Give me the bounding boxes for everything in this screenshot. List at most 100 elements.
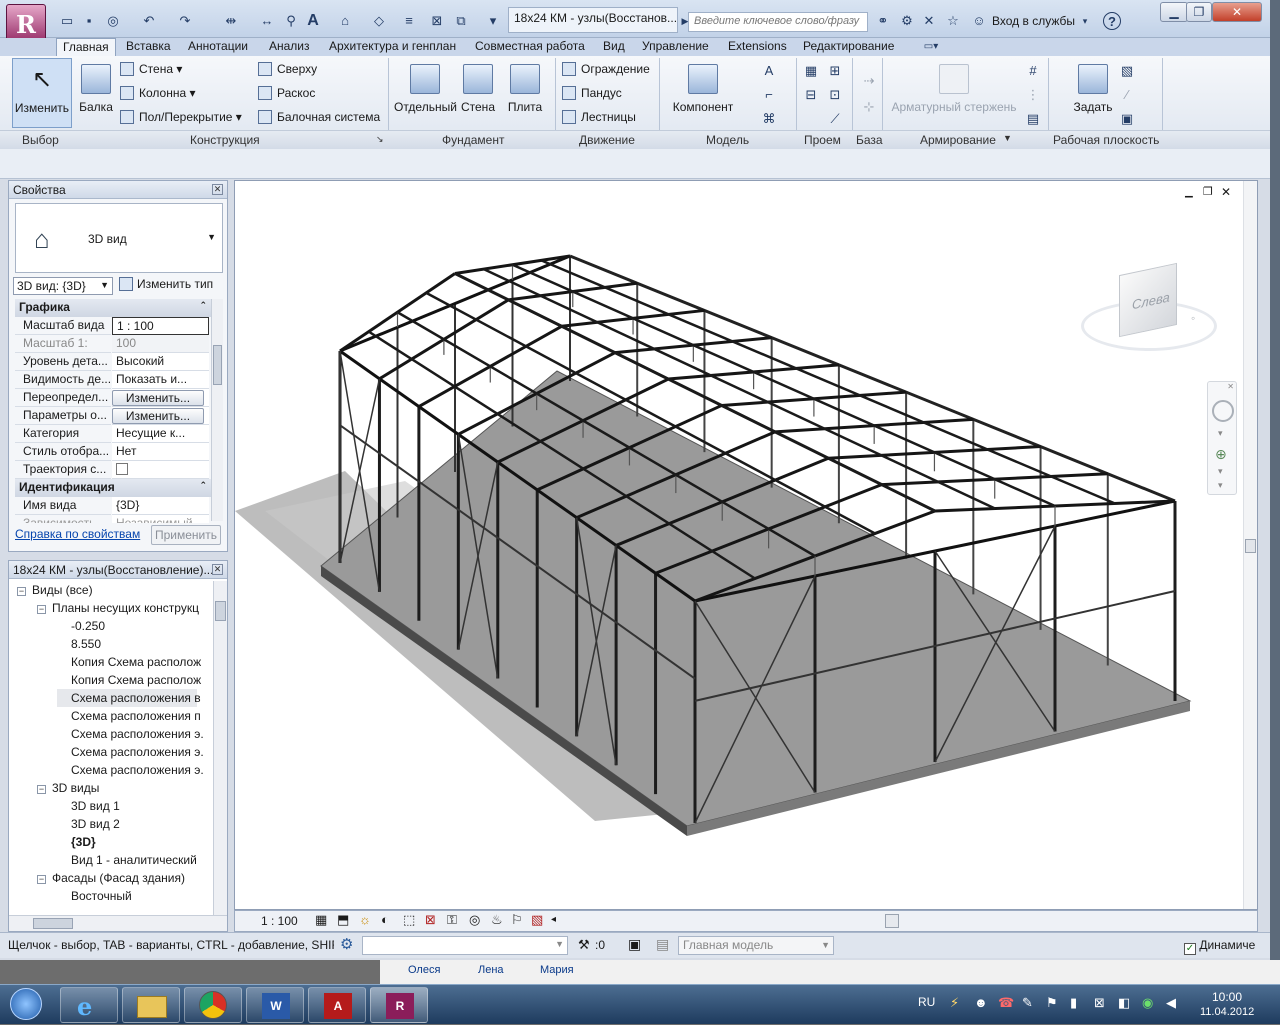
analytical-model-icon[interactable]: ⚐ bbox=[511, 912, 523, 928]
display-options-edit-button[interactable]: Изменить... bbox=[112, 408, 204, 424]
set-workplane-button[interactable]: Задать bbox=[1070, 64, 1116, 114]
start-button[interactable] bbox=[4, 985, 48, 1025]
floor-button[interactable]: Пол/Перекрытие ▾ bbox=[120, 108, 242, 126]
crop-region-icon[interactable]: ⊠ bbox=[425, 912, 436, 928]
tree-item[interactable]: Вид 1 - аналитический bbox=[57, 851, 197, 869]
chevron-down-icon[interactable]: ▾ bbox=[1218, 480, 1223, 491]
collapse-toggle-icon[interactable]: − bbox=[17, 587, 26, 596]
sync-icon[interactable]: ◎ bbox=[104, 12, 122, 30]
model-line-icon[interactable]: ⌐ bbox=[760, 86, 778, 104]
temp-hide-icon[interactable]: ◎ bbox=[469, 912, 480, 928]
tray-icon-4[interactable]: ✎ bbox=[1022, 995, 1033, 1011]
worksets-icon[interactable]: ⚙ bbox=[340, 935, 353, 953]
editable-only-icon[interactable]: ▣ bbox=[628, 936, 641, 953]
minimize-button[interactable]: ▁ bbox=[1160, 2, 1188, 22]
tree-item[interactable]: Схема расположения п bbox=[57, 707, 201, 725]
wall-foundation-button[interactable]: Стена bbox=[460, 64, 496, 114]
slab-button[interactable]: Плита bbox=[506, 64, 544, 114]
close-hidden-icon[interactable]: ⊠ bbox=[428, 12, 446, 30]
instance-filter-dropdown[interactable]: 3D вид: {3D} ▼ bbox=[13, 277, 113, 295]
open-icon[interactable]: ▭ bbox=[58, 12, 76, 30]
view-scale-field[interactable]: 1 : 100 bbox=[112, 317, 209, 335]
tab-modify[interactable]: Редактирование bbox=[797, 38, 900, 56]
communication-icon[interactable]: ✕ bbox=[920, 12, 938, 30]
view-cube[interactable]: Слева ◦ bbox=[1081, 261, 1217, 357]
browser-hscrollbar[interactable] bbox=[9, 915, 227, 931]
tree-node[interactable]: − Планы несущих конструкц bbox=[37, 599, 199, 617]
crop-view-icon[interactable]: ⬚ bbox=[403, 912, 415, 928]
tab-analyze[interactable]: Анализ bbox=[263, 38, 316, 56]
tree-node[interactable]: − Фасады (Фасад здания) bbox=[37, 869, 185, 887]
view-cube-face[interactable]: Слева bbox=[1119, 262, 1177, 338]
scrollbar-thumb[interactable] bbox=[213, 345, 222, 385]
favorites-star-icon[interactable]: ☆ bbox=[944, 12, 962, 30]
scroll-left-icon[interactable]: ◂ bbox=[551, 914, 556, 925]
default-3d-view-icon[interactable]: ⌂ bbox=[336, 12, 354, 30]
text-icon[interactable]: A bbox=[304, 12, 322, 30]
group-reinforcement[interactable]: Армирование bbox=[920, 133, 996, 147]
tray-icon-7[interactable]: ◧ bbox=[1118, 995, 1130, 1011]
thin-lines-icon[interactable]: ≡ bbox=[400, 12, 418, 30]
dormer-icon[interactable]: ⟋ bbox=[826, 110, 844, 128]
detail-level-field[interactable]: Высокий bbox=[112, 353, 209, 371]
tab-manage[interactable]: Управление bbox=[636, 38, 715, 56]
section-graphics[interactable]: Графика ⌃ bbox=[15, 299, 211, 317]
tray-icon-5[interactable]: ▮ bbox=[1070, 995, 1077, 1011]
tree-item[interactable]: Копия Схема располож bbox=[57, 653, 201, 671]
type-selector[interactable]: ⌂ 3D вид ▼ bbox=[15, 203, 223, 273]
taskbar-word[interactable]: W bbox=[246, 987, 304, 1023]
design-option-dropdown[interactable]: Главная модель ▼ bbox=[678, 936, 834, 955]
lock-view-icon[interactable]: ⚿ bbox=[447, 912, 457, 928]
cube-home-icon[interactable]: ◦ bbox=[1191, 311, 1195, 325]
tab-collaborate[interactable]: Совместная работа bbox=[469, 38, 591, 56]
collapse-toggle-icon[interactable]: − bbox=[37, 785, 46, 794]
show-workplane-icon[interactable]: ▧ bbox=[1118, 62, 1136, 80]
viewport-vscrollbar[interactable] bbox=[1243, 181, 1257, 909]
properties-scrollbar[interactable] bbox=[211, 299, 223, 521]
parts-visibility-field[interactable]: Показать и... bbox=[112, 371, 209, 389]
subscription-icon[interactable]: ⚙ bbox=[898, 12, 916, 30]
chevron-down-icon[interactable]: ▾ bbox=[1218, 428, 1223, 439]
chevron-down-icon[interactable]: ▼ bbox=[1003, 133, 1012, 143]
filter-icon[interactable]: ⚒ bbox=[578, 937, 590, 953]
apply-button[interactable]: Применить bbox=[151, 525, 221, 545]
chevron-down-icon[interactable]: ▾ bbox=[1218, 466, 1223, 477]
column-button[interactable]: Колонна ▾ bbox=[120, 84, 196, 102]
beam-system-button[interactable]: Балочная система bbox=[258, 108, 380, 126]
vg-overrides-edit-button[interactable]: Изменить... bbox=[112, 390, 204, 406]
design-options-icon[interactable]: ▤ bbox=[656, 936, 669, 953]
opening-vertical-icon[interactable]: ⊡ bbox=[826, 86, 844, 104]
tab-annotate[interactable]: Аннотации bbox=[182, 38, 254, 56]
sign-in-button[interactable]: Вход в службы bbox=[992, 14, 1075, 28]
taskbar-explorer[interactable] bbox=[122, 987, 180, 1023]
properties-help-link[interactable]: Справка по свойствам bbox=[15, 527, 140, 541]
tree-node[interactable]: −3D виды bbox=[37, 779, 99, 797]
tab-extensions[interactable]: Extensions bbox=[722, 38, 793, 56]
taskbar-autocad[interactable]: A bbox=[308, 987, 366, 1023]
switch-windows-icon[interactable]: ⧉ bbox=[452, 12, 470, 30]
display-style-field[interactable]: Нет bbox=[112, 443, 209, 461]
zoom-icon[interactable]: ⊕ bbox=[1215, 446, 1227, 463]
model-group-icon[interactable]: ⌘ bbox=[760, 110, 778, 128]
search-input[interactable]: Введите ключевое слово/фразу bbox=[688, 12, 868, 32]
help-button[interactable]: ? bbox=[1103, 12, 1121, 30]
dimension-icon[interactable]: ↔ bbox=[258, 12, 276, 30]
scrollbar-thumb[interactable] bbox=[215, 601, 226, 621]
clock-date[interactable]: 11.04.2012 bbox=[1200, 1006, 1254, 1018]
tree-item[interactable]: Схема расположения э. bbox=[57, 743, 204, 761]
close-button[interactable]: ✕ bbox=[1212, 2, 1262, 22]
reveal-hidden-icon[interactable]: ♨ bbox=[491, 912, 503, 928]
save-icon[interactable]: ▪ bbox=[80, 12, 98, 30]
taskbar-revit[interactable]: R bbox=[370, 987, 428, 1023]
clock-time[interactable]: 10:00 bbox=[1212, 990, 1242, 1004]
sun-path-icon[interactable]: ☼ bbox=[359, 912, 371, 927]
brace-button[interactable]: Раскос bbox=[258, 84, 315, 102]
maximize-button[interactable]: ❐ bbox=[1186, 2, 1212, 22]
view-minimize-icon[interactable]: ▁ bbox=[1185, 187, 1193, 198]
opening-face-icon[interactable]: ▦ bbox=[802, 62, 820, 80]
language-indicator[interactable]: RU bbox=[918, 995, 935, 1009]
sun-path-checkbox[interactable] bbox=[116, 463, 128, 475]
shadows-icon[interactable]: ◐ bbox=[381, 912, 389, 927]
chevron-down-icon[interactable]: ▼ bbox=[207, 232, 216, 242]
tray-icon-2[interactable]: ☻ bbox=[974, 995, 988, 1010]
